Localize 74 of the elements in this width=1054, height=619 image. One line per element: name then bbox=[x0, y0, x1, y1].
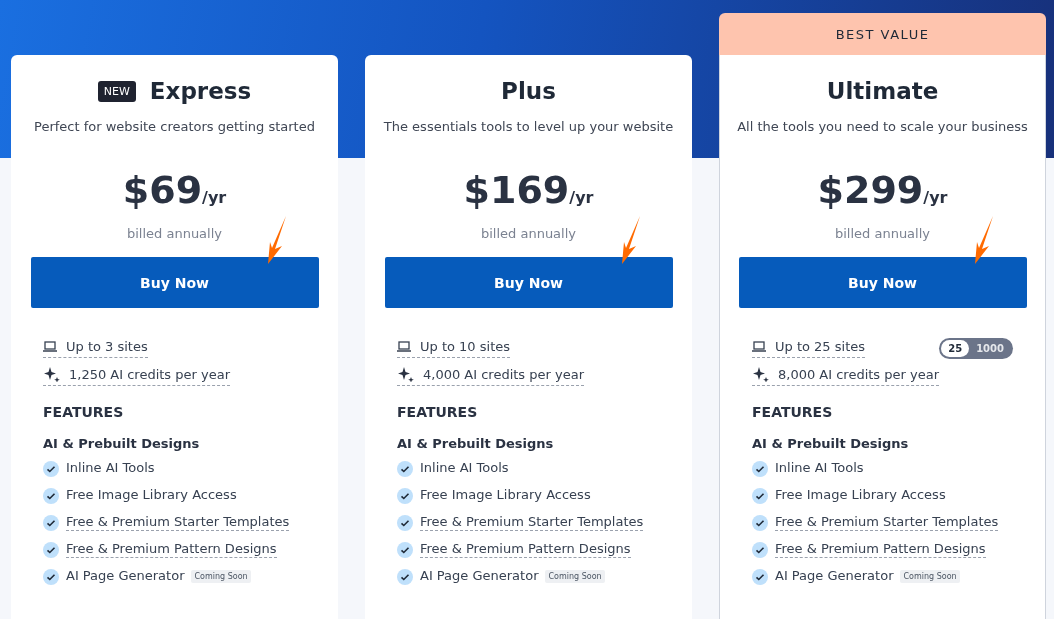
sparkle-icon bbox=[752, 366, 769, 382]
feature-text: AI Page Generator bbox=[420, 568, 539, 585]
buy-now-button[interactable]: Buy Now bbox=[30, 257, 319, 308]
feature-text: Free & Premium Starter Templates bbox=[66, 514, 290, 531]
check-icon bbox=[752, 568, 768, 585]
coming-soon-tag: Coming Soon bbox=[545, 570, 605, 583]
check-icon bbox=[397, 514, 413, 531]
check-icon bbox=[752, 541, 768, 558]
ai-credits: 4,000 AI credits per year bbox=[397, 366, 584, 386]
feature-text: Free Image Library Access bbox=[66, 487, 237, 504]
ai-credits: 1,250 AI credits per year bbox=[43, 366, 230, 386]
plan-title: Express bbox=[149, 78, 252, 104]
feature-text: AI Page Generator bbox=[775, 568, 894, 585]
check-icon bbox=[397, 487, 413, 504]
check-icon bbox=[752, 514, 768, 531]
check-icon bbox=[752, 460, 768, 477]
sites-limit: Up to 10 sites bbox=[397, 338, 510, 358]
check-icon bbox=[752, 487, 768, 504]
plan-title: Plus bbox=[501, 78, 556, 104]
sites-limit: Up to 3 sites bbox=[43, 338, 148, 358]
feature-text: Free & Premium Pattern Designs bbox=[775, 541, 986, 558]
buy-now-button[interactable]: Buy Now bbox=[384, 257, 673, 308]
laptop-icon bbox=[43, 340, 57, 352]
laptop-icon bbox=[397, 340, 411, 352]
features-heading: FEATURES bbox=[43, 404, 125, 420]
check-icon bbox=[43, 541, 59, 558]
sites-toggle[interactable]: 25 1000 bbox=[939, 337, 1013, 359]
feature-text: Free Image Library Access bbox=[775, 487, 946, 504]
feature-text: Free & Premium Pattern Designs bbox=[66, 541, 277, 558]
billing-note: billed annually bbox=[126, 226, 222, 241]
coming-soon-tag: Coming Soon bbox=[900, 570, 960, 583]
plan-price: $69 bbox=[122, 168, 203, 212]
coming-soon-tag: Coming Soon bbox=[191, 570, 251, 583]
plan-tagline: Perfect for website creators getting started bbox=[34, 119, 315, 134]
billing-note: billed annually bbox=[834, 226, 930, 241]
feature-group-title: AI & Prebuilt Designs bbox=[397, 436, 555, 451]
plan-tagline: The essentials tools to level up your website bbox=[383, 119, 674, 134]
feature-text: Inline AI Tools bbox=[66, 460, 155, 477]
feature-text: Inline AI Tools bbox=[420, 460, 509, 477]
check-icon bbox=[43, 568, 59, 585]
check-icon bbox=[43, 460, 59, 477]
price-period: /yr bbox=[569, 188, 594, 207]
check-icon bbox=[397, 460, 413, 477]
laptop-icon bbox=[752, 340, 766, 352]
check-icon bbox=[43, 487, 59, 504]
toggle-option[interactable]: 1000 bbox=[969, 339, 1011, 357]
plan-title: Ultimate bbox=[826, 78, 939, 104]
feature-group-title: AI & Prebuilt Designs bbox=[43, 436, 201, 451]
feature-text: Inline AI Tools bbox=[775, 460, 864, 477]
feature-text: Free & Premium Starter Templates bbox=[420, 514, 644, 531]
features-heading: FEATURES bbox=[752, 404, 834, 420]
buy-now-button[interactable]: Buy Now bbox=[738, 257, 1027, 308]
feature-text: Free & Premium Starter Templates bbox=[775, 514, 999, 531]
sparkle-icon bbox=[43, 366, 60, 382]
ai-credits: 8,000 AI credits per year bbox=[752, 366, 939, 386]
new-badge: NEW bbox=[97, 80, 136, 102]
price-period: /yr bbox=[202, 188, 227, 207]
plan-tagline: All the tools you need to scale your business bbox=[737, 119, 1028, 134]
price-period: /yr bbox=[923, 188, 948, 207]
sites-limit: Up to 25 sites bbox=[752, 338, 865, 358]
plan-banner: BEST VALUE bbox=[719, 13, 1046, 55]
feature-group-title: AI & Prebuilt Designs bbox=[752, 436, 910, 451]
features-heading: FEATURES bbox=[397, 404, 479, 420]
feature-text: Free & Premium Pattern Designs bbox=[420, 541, 631, 558]
feature-text: Free Image Library Access bbox=[420, 487, 591, 504]
feature-text: AI Page Generator bbox=[66, 568, 185, 585]
plan-price: $169 bbox=[463, 168, 570, 212]
sparkle-icon bbox=[397, 366, 414, 382]
plan-price: $299 bbox=[817, 168, 924, 212]
check-icon bbox=[397, 568, 413, 585]
billing-note: billed annually bbox=[480, 226, 576, 241]
toggle-option[interactable]: 25 bbox=[941, 339, 970, 357]
check-icon bbox=[397, 541, 413, 558]
check-icon bbox=[43, 514, 59, 531]
